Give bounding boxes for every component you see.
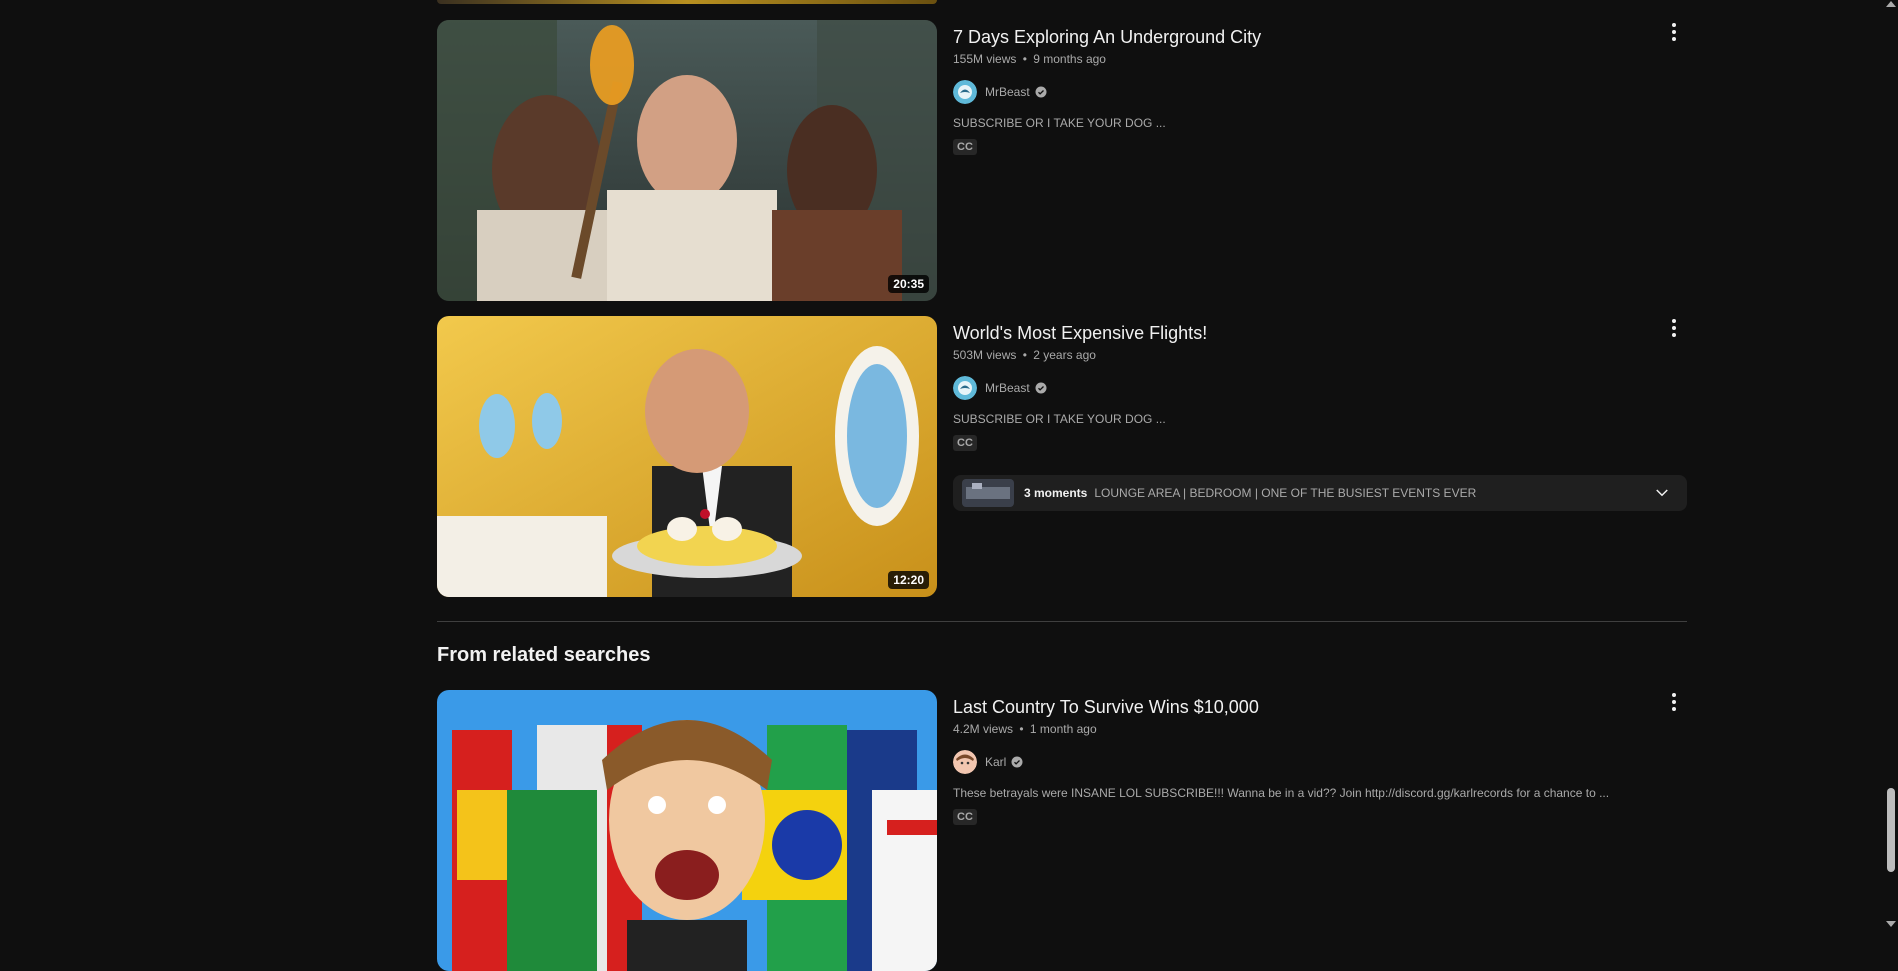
- channel-avatar[interactable]: [953, 80, 977, 104]
- video-description: These betrayals were INSANE LOL SUBSCRIB…: [953, 786, 1610, 800]
- channel-avatar[interactable]: [953, 376, 977, 400]
- cc-badge: CC: [953, 809, 977, 825]
- page-scrollbar[interactable]: [1884, 0, 1898, 930]
- video-metadata: 4.2M views • 1 month ago: [953, 722, 1653, 736]
- thumbnail-image: [437, 316, 937, 597]
- verified-check-icon: [1035, 382, 1047, 394]
- meta-separator: •: [1019, 722, 1024, 736]
- more-vert-icon[interactable]: [1662, 20, 1686, 44]
- previous-thumbnail-edge: [437, 0, 937, 4]
- video-title[interactable]: 7 Days Exploring An Underground City: [953, 24, 1653, 50]
- moment-thumbnail: [962, 479, 1014, 507]
- scrollbar-thumb[interactable]: [1887, 788, 1895, 872]
- moments-count: 3 moments: [1024, 486, 1088, 500]
- view-count: 155M views: [953, 52, 1017, 66]
- channel-name[interactable]: Karl: [985, 755, 1006, 769]
- cc-badge: CC: [953, 435, 977, 451]
- video-metadata: 155M views • 9 months ago: [953, 52, 1653, 66]
- channel-row[interactable]: Karl: [953, 750, 1653, 774]
- video-metadata: 503M views • 2 years ago: [953, 348, 1653, 362]
- thumbnail-image: [437, 690, 937, 971]
- channel-row[interactable]: MrBeast: [953, 80, 1653, 104]
- duration-badge: 12:20: [888, 571, 929, 589]
- meta-separator: •: [1022, 348, 1027, 362]
- meta-separator: •: [1022, 52, 1027, 66]
- moments-labels: LOUNGE AREA | BEDROOM | ONE OF THE BUSIE…: [1094, 486, 1477, 500]
- view-count: 503M views: [953, 348, 1017, 362]
- upload-age: 9 months ago: [1033, 52, 1106, 66]
- video-description: SUBSCRIBE OR I TAKE YOUR DOG ...: [953, 412, 1166, 426]
- upload-age: 2 years ago: [1033, 348, 1096, 362]
- related-searches-heading: From related searches: [437, 644, 651, 666]
- duration-badge: 20:35: [888, 275, 929, 293]
- channel-name[interactable]: MrBeast: [985, 85, 1030, 99]
- video-title[interactable]: World's Most Expensive Flights!: [953, 320, 1653, 346]
- view-count: 4.2M views: [953, 722, 1014, 736]
- channel-avatar[interactable]: [953, 750, 977, 774]
- upload-age: 1 month ago: [1029, 722, 1097, 736]
- cc-badge: CC: [953, 139, 977, 155]
- video-thumbnail[interactable]: [437, 690, 937, 971]
- chevron-down-icon[interactable]: [1653, 484, 1671, 502]
- video-thumbnail[interactable]: 12:20: [437, 316, 937, 597]
- verified-check-icon: [1035, 86, 1047, 98]
- section-divider: [437, 621, 1687, 622]
- key-moments-bar[interactable]: 3 moments LOUNGE AREA | BEDROOM | ONE OF…: [953, 475, 1687, 511]
- video-title[interactable]: Last Country To Survive Wins $10,000: [953, 694, 1653, 720]
- more-vert-icon[interactable]: [1662, 690, 1686, 714]
- scroll-down-arrow-icon[interactable]: [1886, 921, 1896, 927]
- thumbnail-image: [437, 20, 937, 301]
- scroll-up-arrow-icon[interactable]: [1886, 1, 1896, 7]
- channel-name[interactable]: MrBeast: [985, 381, 1030, 395]
- video-thumbnail[interactable]: 20:35: [437, 20, 937, 301]
- video-description: SUBSCRIBE OR I TAKE YOUR DOG ...: [953, 116, 1166, 130]
- verified-check-icon: [1011, 756, 1023, 768]
- more-vert-icon[interactable]: [1662, 316, 1686, 340]
- channel-row[interactable]: MrBeast: [953, 376, 1653, 400]
